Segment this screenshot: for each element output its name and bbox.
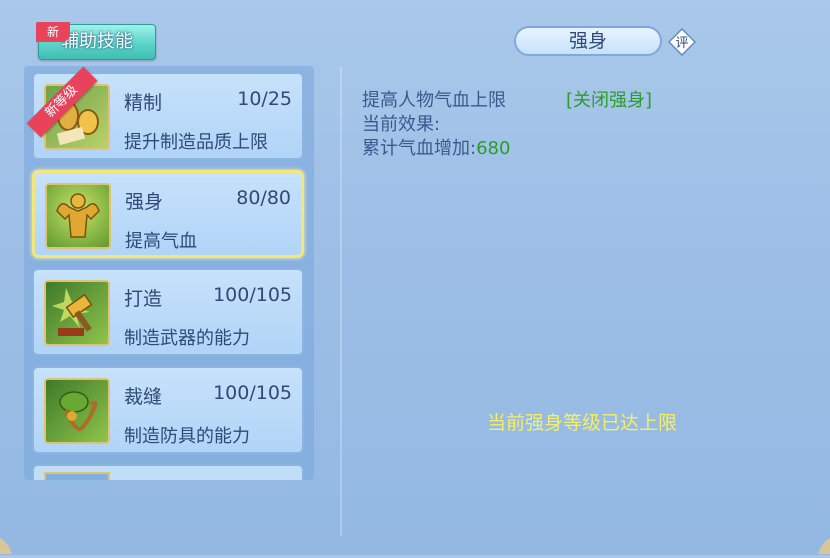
rate-icon[interactable]: 评 — [667, 27, 697, 57]
skill-level: 100/105 — [213, 382, 292, 404]
max-level-notice: 当前强身等级已达上限 — [487, 412, 678, 434]
skill-name: 强身 — [125, 191, 164, 213]
skill-desc: 提高气血 — [125, 231, 197, 252]
corner-ornament-icon — [0, 528, 26, 554]
cumulative-hp-label: 累计气血增加:680 — [362, 134, 510, 160]
cumulative-hp-text: 累计气血增加: — [362, 138, 477, 159]
skill-item-tailor[interactable]: 裁缝 100/105 制造防具的能力 — [32, 366, 304, 454]
effect-description: 提高人物气血上限 — [362, 90, 506, 111]
close-strength-toggle[interactable]: [关闭强身] — [566, 86, 652, 112]
skill-item-forge[interactable]: 打造 100/105 制造武器的能力 — [32, 268, 304, 356]
cumulative-hp-value: 680 — [476, 138, 511, 159]
current-effect-label: 当前效果: — [362, 114, 441, 135]
skill-name: 精制 — [124, 92, 163, 114]
skill-item-partial[interactable] — [32, 464, 304, 480]
skill-name: 打造 — [124, 288, 163, 310]
panel-divider — [340, 66, 342, 536]
skill-title-text: 强身 — [568, 30, 607, 52]
skill-desc: 制造防具的能力 — [124, 426, 250, 447]
strength-icon — [45, 183, 111, 249]
new-badge: 新 — [36, 22, 70, 42]
corner-ornament-icon — [804, 528, 830, 554]
skill-item-strength[interactable]: 强身 80/80 提高气血 — [32, 170, 304, 258]
skill-title: 强身 — [514, 26, 662, 56]
skill-level: 10/25 — [237, 88, 292, 110]
skill-icon — [44, 472, 110, 480]
skill-list[interactable]: 新等级 精制 10/25 提升制造品质上限 强身 80/80 提高气血 打造 1… — [24, 66, 314, 480]
skill-desc: 制造武器的能力 — [124, 328, 250, 349]
skill-name: 裁缝 — [124, 386, 163, 408]
tailor-icon — [44, 378, 110, 444]
skill-desc: 提升制造品质上限 — [124, 132, 268, 153]
rate-label: 评 — [675, 36, 688, 51]
skill-level: 100/105 — [213, 284, 292, 306]
forge-icon — [44, 280, 110, 346]
skill-level: 80/80 — [236, 187, 291, 209]
tab-label: 辅助技能 — [61, 31, 133, 52]
skill-item-refine[interactable]: 新等级 精制 10/25 提升制造品质上限 — [26, 66, 304, 160]
